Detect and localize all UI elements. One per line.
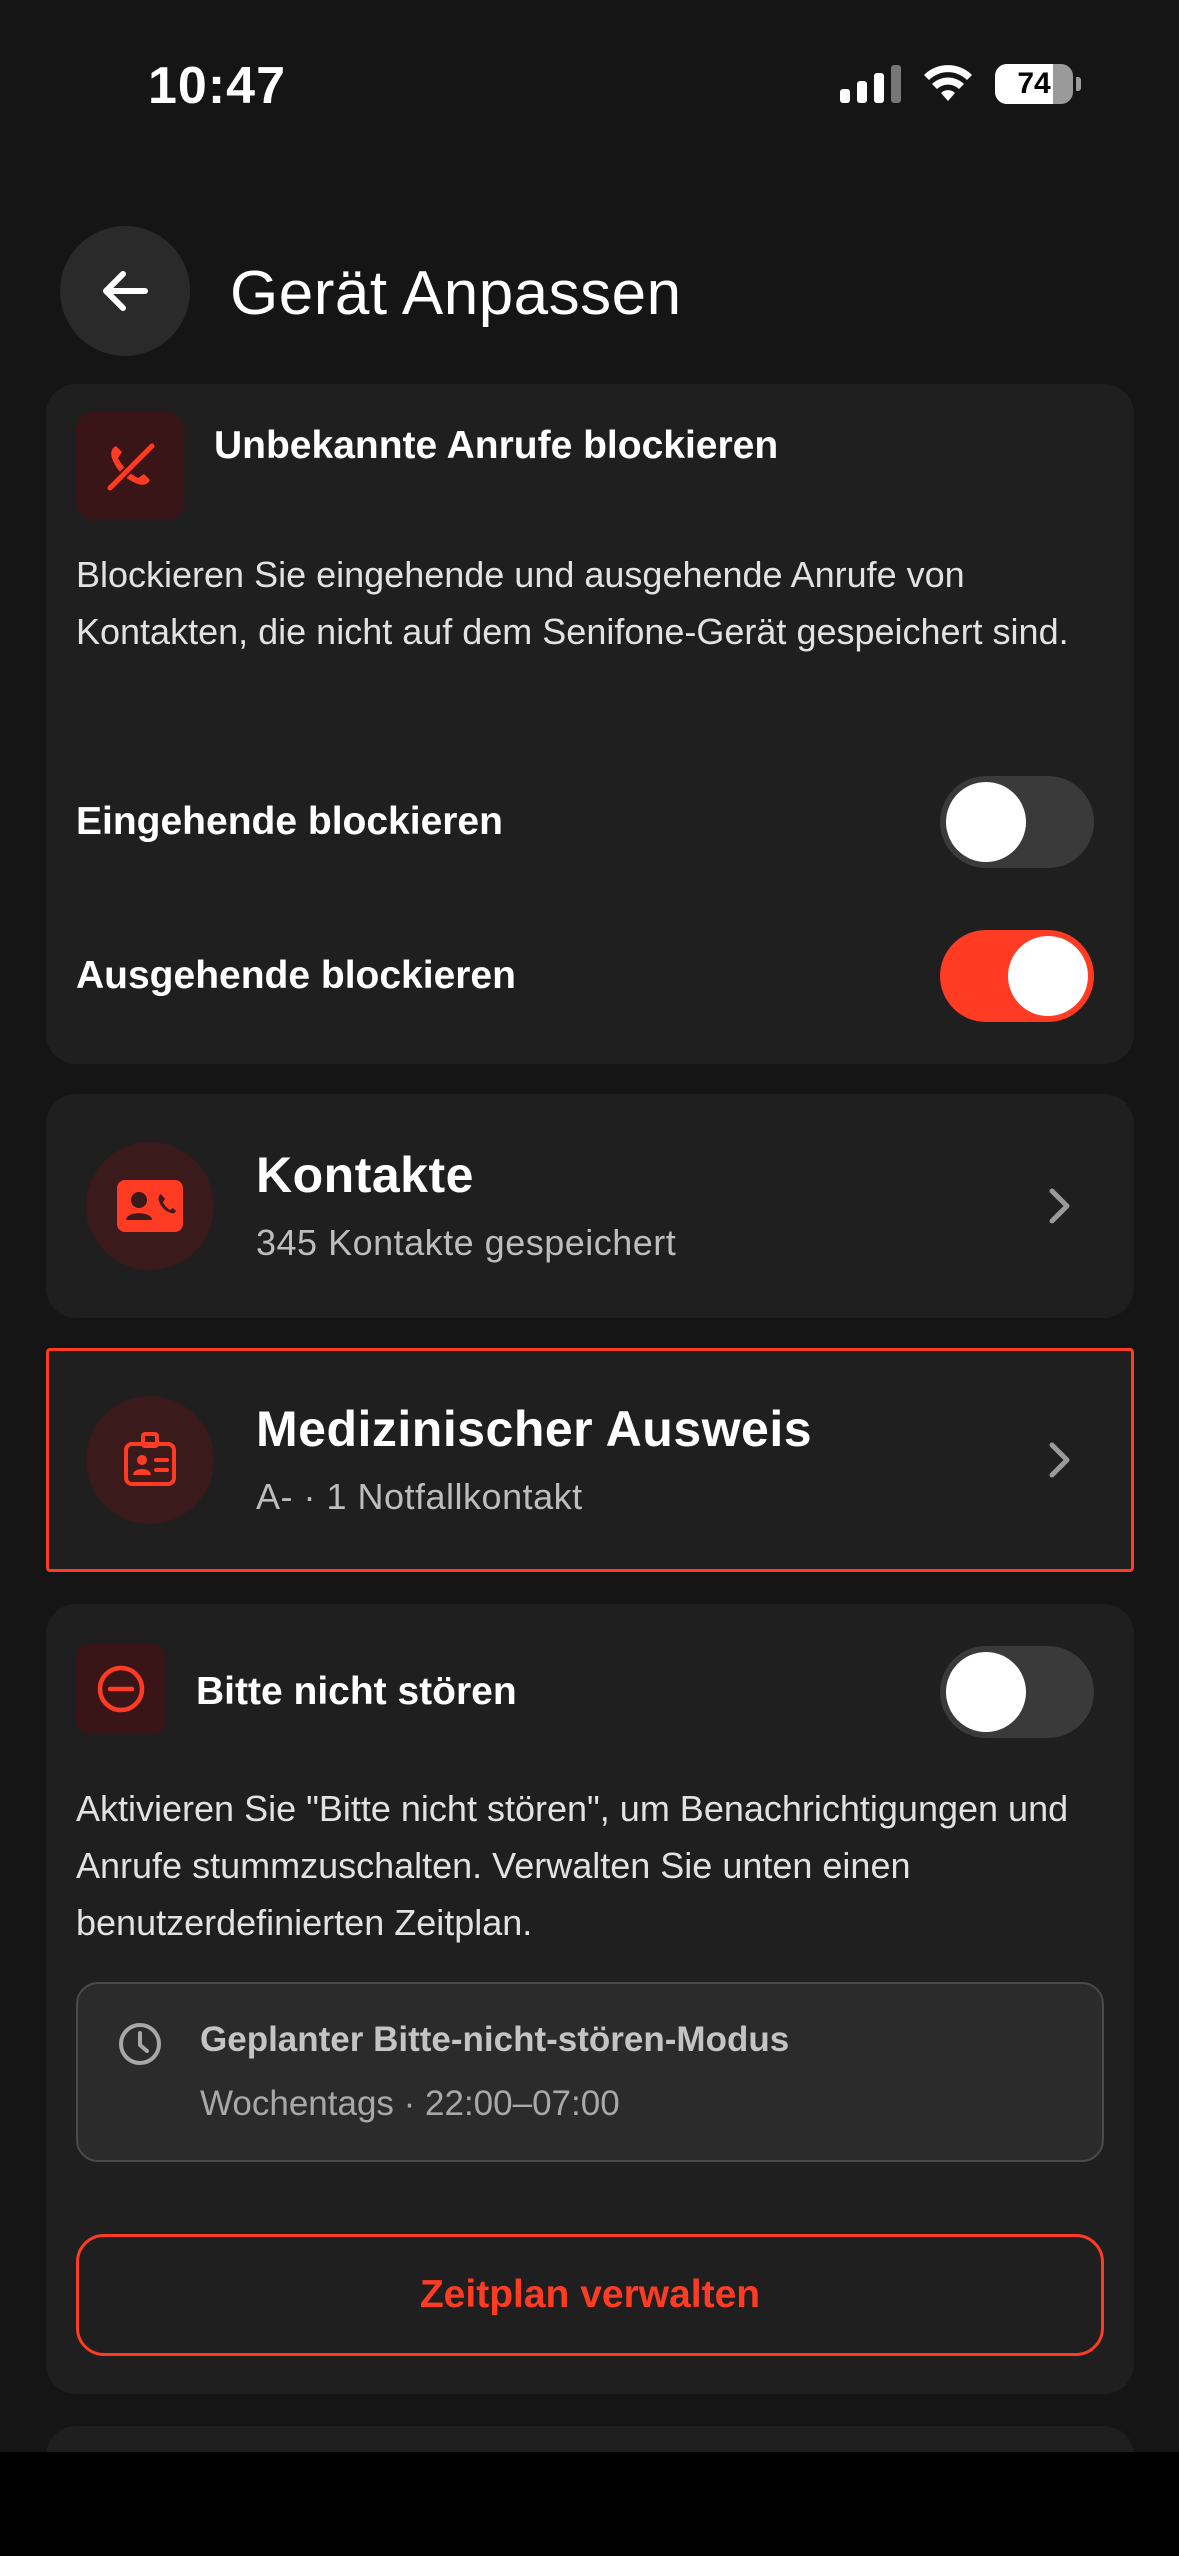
incoming-block-toggle[interactable] <box>940 776 1094 868</box>
incoming-block-label: Eingehende blockieren <box>76 800 503 843</box>
page-title: Gerät Anpassen <box>230 259 682 328</box>
minus-circle-icon <box>97 1665 145 1713</box>
bottom-bar <box>0 2452 1179 2556</box>
toggle-knob <box>1008 936 1088 1016</box>
block-calls-description: Blockieren Sie eingehende und ausgehende… <box>76 554 1069 652</box>
contacts-card[interactable]: Kontakte 345 Kontakte gespeichert <box>46 1094 1134 1318</box>
status-time: 10:47 <box>148 57 286 115</box>
cellular-signal-icon <box>840 65 901 103</box>
contact-card-icon <box>117 1180 183 1232</box>
wifi-icon <box>924 65 972 101</box>
dnd-title: Bitte nicht stören <box>196 1670 517 1713</box>
battery-icon: 74 <box>995 64 1073 104</box>
contacts-title: Kontakte <box>256 1147 474 1203</box>
screen: 10:47 74 Gerät Anpassen Unbekannte Anruf… <box>0 0 1179 2556</box>
schedule-subtitle: Wochentags · 22:00–07:00 <box>200 2084 620 2123</box>
toggle-knob <box>946 1652 1026 1732</box>
battery-cap <box>1076 77 1081 91</box>
block-calls-card: Unbekannte Anrufe blockieren Blockieren … <box>46 384 1134 1064</box>
chevron-right-icon <box>1049 1442 1070 1478</box>
toggle-knob <box>946 782 1026 862</box>
battery-percent: 74 <box>1017 67 1051 100</box>
block-calls-icon-tile <box>76 412 184 520</box>
medical-id-subtitle: A- · 1 Notfallkontakt <box>256 1476 583 1517</box>
status-indicators: 74 <box>840 64 1081 104</box>
medical-id-icon <box>124 1432 176 1486</box>
status-bar: 10:47 74 <box>0 0 1179 170</box>
phone-blocked-icon <box>106 442 156 492</box>
medical-icon-circle <box>86 1396 214 1524</box>
medical-id-title: Medizinischer Ausweis <box>256 1401 813 1457</box>
schedule-info-box: Geplanter Bitte-nicht-stören-Modus Woche… <box>76 1982 1104 2162</box>
back-button[interactable] <box>60 226 190 356</box>
arrow-left-icon <box>103 271 148 311</box>
outgoing-block-toggle[interactable] <box>940 930 1094 1022</box>
chevron-right-icon <box>1049 1188 1070 1224</box>
block-calls-title: Unbekannte Anrufe blockieren <box>214 424 779 467</box>
manage-schedule-button[interactable]: Zeitplan verwalten <box>76 2234 1104 2356</box>
medical-id-card[interactable]: Medizinischer Ausweis A- · 1 Notfallkont… <box>46 1348 1134 1572</box>
dnd-card: Bitte nicht stören Aktivieren Sie "Bitte… <box>46 1604 1134 2394</box>
contacts-icon-circle <box>86 1142 214 1270</box>
outgoing-block-label: Ausgehende blockieren <box>76 954 516 997</box>
dnd-toggle[interactable] <box>940 1646 1094 1738</box>
contacts-subtitle: 345 Kontakte gespeichert <box>256 1222 677 1263</box>
battery-indicator: 74 <box>995 64 1081 104</box>
dnd-icon-tile <box>76 1644 166 1734</box>
schedule-title: Geplanter Bitte-nicht-stören-Modus <box>200 2020 790 2059</box>
dnd-description: Aktivieren Sie "Bitte nicht stören", um … <box>76 1788 1069 1943</box>
clock-icon <box>119 2023 161 2065</box>
